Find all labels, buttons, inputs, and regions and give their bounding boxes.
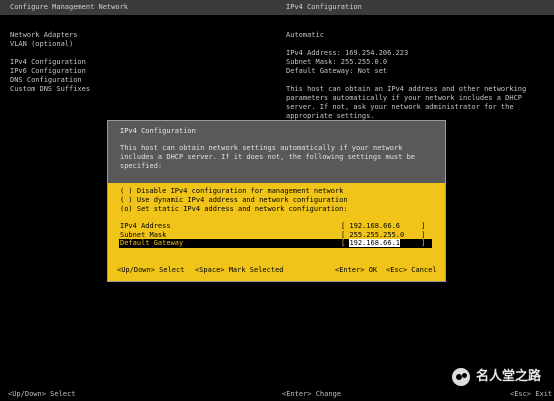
ok-hint[interactable]: <Enter> OK	[335, 266, 377, 275]
menu-spacer	[10, 49, 90, 58]
menu-item-vlan[interactable]: VLAN (optional)	[10, 40, 90, 49]
left-menu: Network Adapters VLAN (optional) IPv4 Co…	[10, 31, 90, 94]
screen-title: Configure Management Network	[10, 3, 129, 11]
default-gateway-input[interactable]: 192.168.66.1	[349, 239, 401, 247]
ipv4-address-label: IPv4 Address	[120, 222, 171, 230]
dialog-options-panel: ( ) Disable IPv4 configuration for manag…	[108, 183, 445, 281]
details-help-text: This host can obtain an IPv4 address and…	[286, 85, 531, 120]
menu-item-dns-configuration[interactable]: DNS Configuration	[10, 76, 90, 85]
watermark-text: 名人堂之路	[476, 369, 542, 384]
option-dynamic-ipv4[interactable]: ( ) Use dynamic IPv4 address and network…	[120, 196, 348, 205]
watermark: 名人堂之路	[452, 368, 541, 386]
menu-item-custom-dns-suffixes[interactable]: Custom DNS Suffixes	[10, 85, 90, 94]
default-gateway-row[interactable]: Default Gateway [ 192.168.66.1 ]	[119, 239, 432, 248]
option-static-ipv4[interactable]: (o) Set static IPv4 address and network …	[120, 205, 348, 214]
bottom-hint-select: <Up/Down> Select	[8, 390, 76, 398]
menu-item-ipv4-configuration[interactable]: IPv4 Configuration	[10, 58, 90, 67]
dialog-title: IPv4 Configuration	[120, 127, 196, 135]
default-gateway-field[interactable]: [ 192.168.66.1 ]	[341, 239, 425, 248]
section-title: IPv4 Configuration	[286, 3, 362, 11]
option-disable-ipv4[interactable]: ( ) Disable IPv4 configuration for manag…	[120, 187, 343, 196]
hint-select: <Up/Down> Select	[117, 266, 185, 274]
dialog-description: This host can obtain network settings au…	[120, 144, 420, 170]
bottom-bar: <Up/Down> Select <Enter> Change <Esc> Ex…	[0, 388, 554, 401]
ipv4-address-input[interactable]: [ 192.168.66.6 ]	[341, 222, 425, 231]
wechat-icon	[452, 368, 470, 386]
default-gateway-label: Default Gateway	[120, 239, 184, 247]
menu-item-network-adapters[interactable]: Network Adapters	[10, 31, 90, 40]
ipv4-configuration-dialog: IPv4 Configuration This host can obtain …	[107, 120, 446, 282]
current-subnet-mask: Subnet Mask: 255.255.0.0	[286, 58, 388, 66]
details-pane: Automatic IPv4 Address: 169.254.206.223 …	[286, 31, 548, 121]
cancel-hint[interactable]: <Esc> Cancel	[386, 266, 437, 275]
bottom-hint-change[interactable]: <Enter> Change	[282, 390, 341, 399]
bottom-hint-exit[interactable]: <Esc> Exit	[510, 390, 552, 399]
hint-mark-selected: <Space> Mark Selected	[195, 266, 284, 274]
current-default-gateway: Default Gateway: Not set	[286, 67, 388, 75]
top-bar: Configure Management Network IPv4 Config…	[0, 0, 554, 15]
menu-item-ipv6-configuration[interactable]: IPv6 Configuration	[10, 67, 90, 76]
ipv4-mode: Automatic	[286, 31, 324, 39]
field-bracket-close: ]	[400, 239, 426, 247]
current-ipv4-address: IPv4 Address: 169.254.206.223	[286, 49, 409, 57]
